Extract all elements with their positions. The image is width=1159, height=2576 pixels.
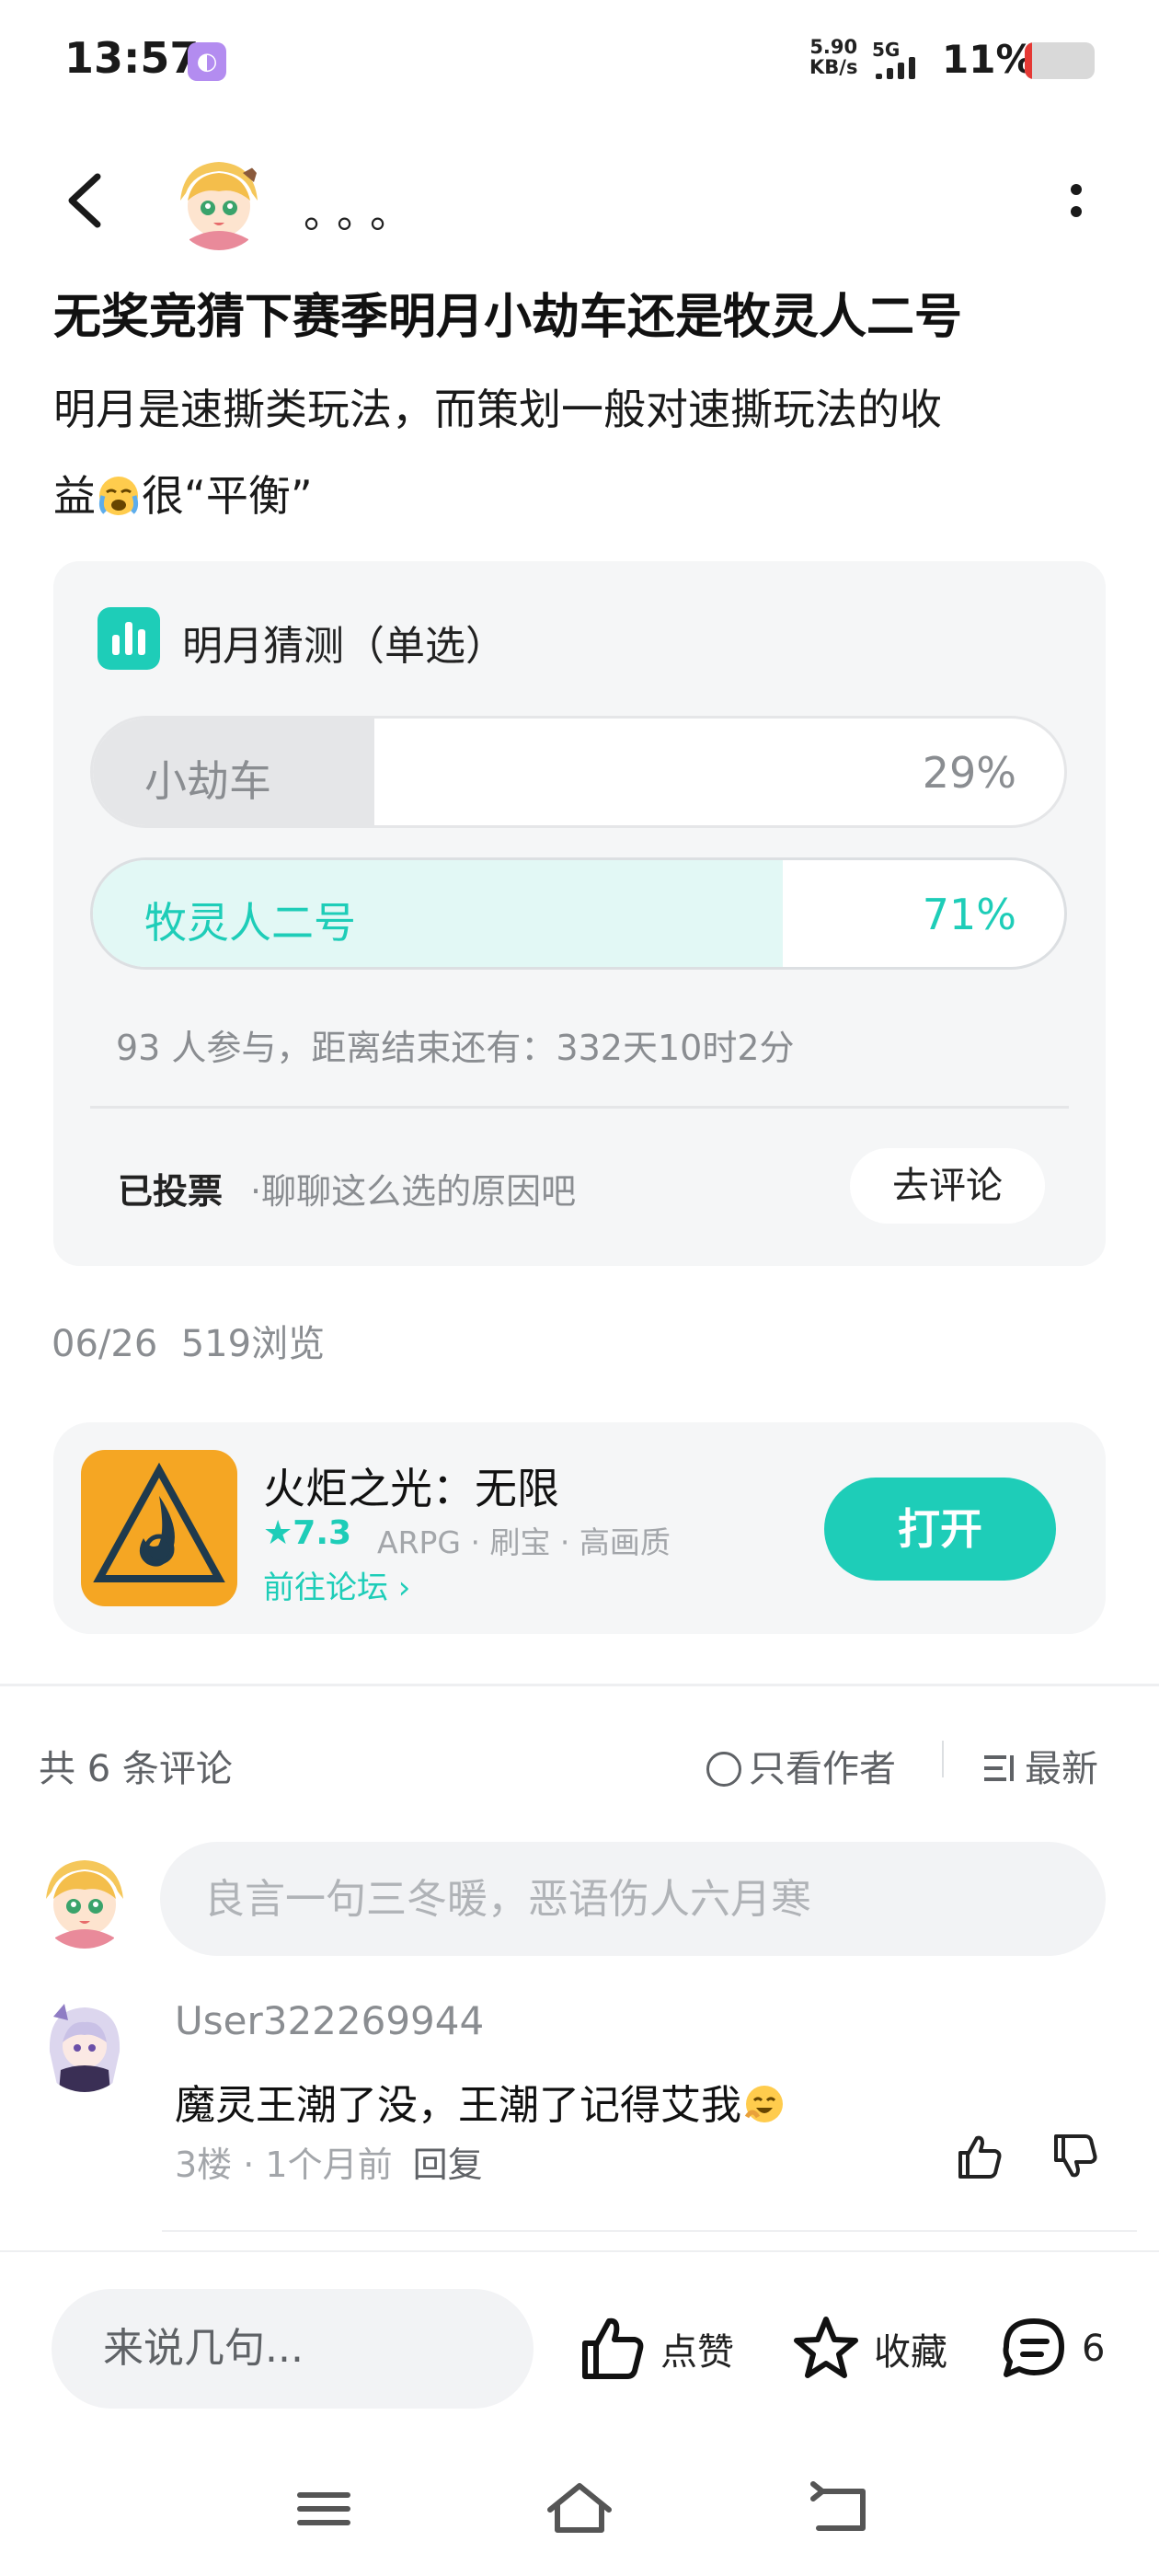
- app-name: 火炬之光：无限: [263, 1464, 559, 1513]
- voted-label: 已投票: [118, 1171, 224, 1212]
- thumbs-down-icon[interactable]: [1049, 2131, 1100, 2182]
- more-options-icon[interactable]: [1058, 175, 1095, 230]
- bottom-action-bar: 来说几句... 点赞 收藏 6: [0, 2250, 1159, 2480]
- radio-circle-icon: [706, 1752, 741, 1787]
- comment-text-content: 魔灵王潮了没，王潮了记得艾我: [175, 2082, 741, 2129]
- comment-text: 魔灵王潮了没，王潮了记得艾我: [175, 2072, 787, 2131]
- poll-card: 明月猜测（单选） 小劫车 29% 牧灵人二号 71% 93 人参与，距离结束还有…: [53, 561, 1106, 1266]
- thumbs-up-icon[interactable]: [953, 2131, 1004, 2182]
- favorite-button[interactable]: 收藏: [791, 2317, 947, 2381]
- comments-button[interactable]: 6: [999, 2317, 1105, 2381]
- divider: [942, 1741, 944, 1777]
- comment-count-label: 6: [1082, 2328, 1106, 2370]
- comment-count: 共 6 条评论: [39, 1748, 233, 1790]
- laughing-emoji-icon: [744, 2086, 783, 2122]
- battery-icon: [1025, 42, 1095, 79]
- section-divider: [0, 1684, 1159, 1686]
- voted-hint: ·聊聊这么选的原因吧: [250, 1171, 577, 1212]
- like-label: 点赞: [660, 2331, 734, 2374]
- back-arrow-icon[interactable]: [61, 171, 112, 230]
- only-author-toggle[interactable]: 只看作者: [706, 1739, 896, 1792]
- menu-icon[interactable]: [289, 2478, 359, 2539]
- go-comment-button[interactable]: 去评论: [850, 1148, 1045, 1224]
- network-speed: 5.90 KB/s: [809, 37, 857, 77]
- post-body-text: 益: [53, 471, 96, 521]
- comment-bubble-icon: [1003, 2318, 1064, 2377]
- network-speed-unit: KB/s: [809, 56, 858, 78]
- poll-option-percent: 29%: [922, 748, 1016, 798]
- post-body: 明月是速撕类玩法，而策划一般对速撕玩法的收 益 很“平衡”: [53, 366, 1111, 539]
- post-date: 06/26: [52, 1323, 158, 1365]
- poll-option-label: 牧灵人二号: [144, 898, 356, 948]
- post-meta: 06/26 519浏览: [52, 1314, 325, 1367]
- app-icon[interactable]: [81, 1450, 237, 1606]
- favorite-label: 收藏: [874, 2331, 947, 2374]
- signal-icon: [876, 57, 915, 79]
- status-bar: 13:57 ◐ 5.90 KB/s 5G 11%: [0, 0, 1159, 124]
- poll-chart-icon: [98, 607, 160, 670]
- post-body-text: 很“平衡”: [142, 471, 313, 521]
- post-body-line: 明月是速撕类玩法，而策划一般对速撕玩法的收: [53, 385, 942, 434]
- divider: [162, 2230, 1137, 2232]
- comment-meta: 3楼 · 1个月前 回复: [175, 2136, 483, 2187]
- only-author-label: 只看作者: [749, 1748, 896, 1790]
- crying-emoji-icon: [98, 477, 139, 515]
- comment-username[interactable]: User322269944: [175, 1998, 484, 2043]
- sort-label: 最新: [1025, 1748, 1098, 1790]
- network-speed-value: 5.90: [809, 36, 858, 58]
- go-forum-link[interactable]: 前往论坛 ›: [263, 1562, 410, 1607]
- app-card[interactable]: 火炬之光：无限 ★7.3 ARPG · 刷宝 · 高画质 前往论坛 › 打开: [53, 1422, 1106, 1634]
- divider: [90, 1106, 1069, 1109]
- author-avatar[interactable]: [171, 155, 267, 250]
- battery-percent: 11%: [942, 37, 1035, 82]
- poll-option-percent: 71%: [922, 890, 1016, 939]
- sort-latest-button[interactable]: 最新: [981, 1739, 1098, 1792]
- poll-stats: 93 人参与，距离结束还有：332天10时2分: [116, 1028, 795, 1068]
- my-avatar: [37, 1853, 132, 1949]
- status-time: 13:57: [64, 33, 200, 83]
- post-title: 无奖竞猜下赛季明月小劫车还是牧灵人二号: [53, 290, 963, 345]
- poll-option[interactable]: 小劫车 29%: [90, 716, 1067, 828]
- home-icon[interactable]: [545, 2478, 614, 2539]
- comment-floor-time: 3楼 · 1个月前: [175, 2145, 393, 2185]
- thumbs-up-icon: [582, 2317, 644, 2379]
- poll-title: 明月猜测（单选）: [182, 623, 506, 670]
- back-nav-icon[interactable]: [802, 2478, 872, 2539]
- app-tags: ARPG · 刷宝 · 高画质: [377, 1524, 671, 1560]
- comment-input[interactable]: [160, 1842, 1106, 1956]
- like-button[interactable]: 点赞: [578, 2317, 734, 2381]
- open-app-button[interactable]: 打开: [824, 1478, 1056, 1581]
- post-views: 519浏览: [180, 1323, 326, 1365]
- sort-icon: [984, 1755, 1014, 1781]
- poll-option-label: 小劫车: [144, 756, 271, 806]
- commenter-avatar[interactable]: [37, 1996, 132, 2092]
- author-name[interactable]: 。。。: [304, 180, 423, 239]
- notification-app-icon: ◐: [188, 42, 226, 81]
- bottom-comment-input[interactable]: 来说几句...: [52, 2289, 534, 2409]
- app-rating: ★7.3: [263, 1514, 352, 1552]
- reply-button[interactable]: 回复: [413, 2145, 483, 2185]
- post-body-line: 益 很“平衡”: [53, 453, 1111, 539]
- poll-option[interactable]: 牧灵人二号 71%: [90, 857, 1067, 970]
- star-icon: [794, 2317, 858, 2378]
